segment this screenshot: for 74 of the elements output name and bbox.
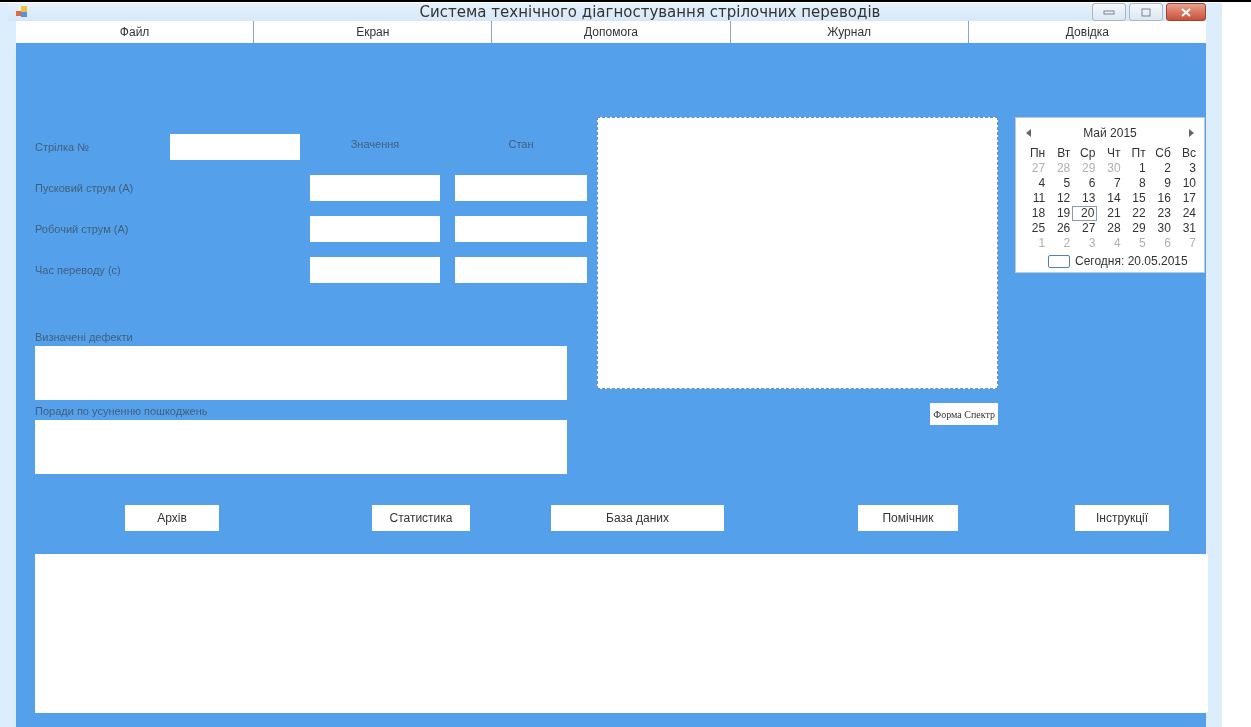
app-icon (16, 6, 28, 18)
close-icon (1181, 7, 1191, 17)
calendar-day[interactable]: 26 (1047, 221, 1073, 236)
weekday-label: Пт (1130, 146, 1147, 161)
calendar-day[interactable]: 30 (1147, 221, 1173, 236)
calendar-day[interactable]: 28 (1097, 221, 1123, 236)
calendar-day[interactable]: 21 (1097, 206, 1123, 221)
calendar-day[interactable]: 1 (1122, 161, 1148, 176)
value-field[interactable] (310, 216, 440, 242)
calendar-day[interactable]: 25 (1022, 221, 1048, 236)
switch-number-field[interactable] (170, 134, 300, 160)
calendar-day[interactable]: 31 (1172, 221, 1198, 236)
calendar-day[interactable]: 15 (1122, 191, 1148, 206)
calendar-day[interactable]: 12 (1047, 191, 1073, 206)
close-button[interactable] (1166, 3, 1206, 21)
maximize-icon (1141, 7, 1151, 17)
calendar-day[interactable]: 2 (1147, 161, 1173, 176)
form-button[interactable]: Помічник (858, 505, 958, 531)
calendar-day[interactable]: 7 (1097, 176, 1123, 191)
form-button[interactable]: База даних (551, 505, 724, 531)
calendar-day[interactable]: 22 (1122, 206, 1148, 221)
minimize-button[interactable] (1092, 3, 1126, 21)
output-field[interactable] (35, 554, 1208, 713)
field-label: Робочий струм (А) (35, 223, 130, 235)
today-link[interactable]: Сегодня: 20.05.2015 (1075, 254, 1188, 268)
column-header: Значення (349, 138, 401, 150)
calendar-day[interactable]: 9 (1147, 176, 1173, 191)
form-button[interactable]: Інструкції (1075, 505, 1169, 531)
defects-field[interactable] (35, 346, 567, 400)
state-field[interactable] (455, 175, 587, 201)
calendar-day[interactable]: 29 (1122, 221, 1148, 236)
weekday-label: Ср (1079, 146, 1097, 161)
month-title: Май 2015 (1083, 126, 1137, 140)
calendar-day[interactable]: 4 (1022, 176, 1048, 191)
today-marker-icon (1048, 254, 1070, 268)
calendar-day[interactable]: 17 (1172, 191, 1198, 206)
field-label: Пусковий струм (А) (35, 182, 135, 194)
minimize-icon (1103, 9, 1115, 15)
calendar-day[interactable]: 3 (1172, 161, 1198, 176)
weekday-label: Вс (1180, 146, 1197, 161)
prev-month-icon[interactable] (1026, 129, 1031, 137)
calendar-day[interactable]: 11 (1022, 191, 1048, 206)
calendar-day[interactable]: 18 (1022, 206, 1048, 221)
column-header: Стан (507, 138, 535, 150)
weekday-label: Вт (1056, 146, 1072, 161)
next-month-icon[interactable] (1189, 129, 1194, 137)
calendar-day[interactable]: 20 (1072, 206, 1098, 221)
calendar-day[interactable]: 16 (1147, 191, 1173, 206)
calendar-day[interactable]: 14 (1097, 191, 1123, 206)
state-field[interactable] (455, 216, 587, 242)
calendar-day[interactable]: 8 (1122, 176, 1148, 191)
field-label: Визначені дефекти (35, 331, 134, 343)
calendar-day[interactable]: 6 (1072, 176, 1098, 191)
value-field[interactable] (310, 257, 440, 283)
calendar-day[interactable]: 23 (1147, 206, 1173, 221)
calendar-day[interactable]: 5 (1047, 176, 1073, 191)
advice-field[interactable] (35, 420, 567, 474)
form-button[interactable]: Статистика (372, 505, 470, 531)
field-label: Стрілка № (35, 141, 90, 153)
field-label: Поради по усуненню пошкоджень (35, 405, 209, 417)
calendar-day[interactable]: 13 (1072, 191, 1098, 206)
value-field[interactable] (310, 175, 440, 201)
state-field[interactable] (455, 257, 587, 283)
calendar-day[interactable]: 19 (1047, 206, 1073, 221)
form-button[interactable]: Архів (125, 505, 219, 531)
spectrum-button[interactable]: Форма Спектр (930, 403, 998, 425)
window-title: Система технічного діагностування стрілочних переводів (418, 3, 882, 21)
field-label: Час переводу (с) (35, 264, 122, 276)
calendar-day[interactable]: 10 (1172, 176, 1198, 191)
calendar-day[interactable]: 24 (1172, 206, 1198, 221)
weekday-label: Пн (1028, 146, 1047, 161)
calendar-day[interactable]: 27 (1072, 221, 1098, 236)
weekday-label: Сб (1154, 146, 1172, 161)
weekday-label: Чт (1106, 146, 1122, 161)
